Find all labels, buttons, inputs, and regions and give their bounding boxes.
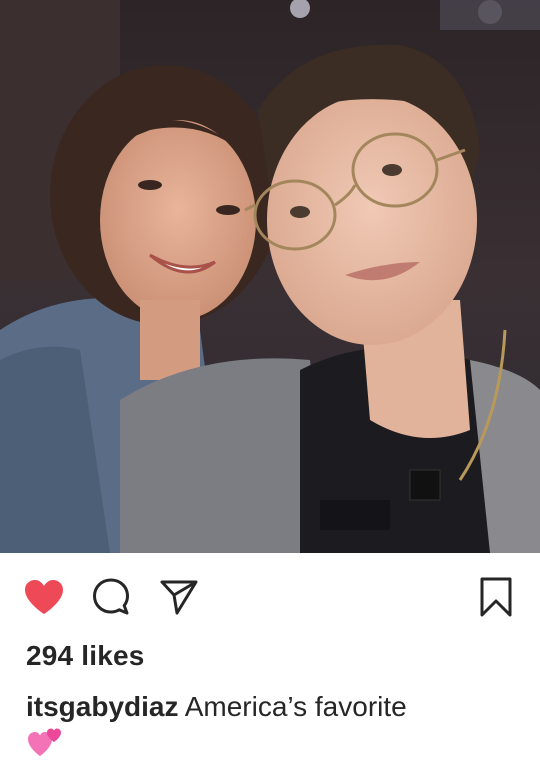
bookmark-icon[interactable] (474, 575, 518, 619)
likes-count[interactable]: 294 likes (26, 640, 145, 672)
caption-emoji-line (26, 724, 526, 762)
selfie-image (0, 0, 540, 553)
caption-username[interactable]: itsgabydiaz (26, 691, 178, 722)
post-caption: itsgabydiaz America’s favorite (26, 690, 526, 762)
post-actions-bar (0, 553, 540, 641)
heart-icon[interactable] (22, 575, 66, 619)
two-hearts-emoji (28, 728, 61, 756)
caption-text: America’s favorite (184, 691, 407, 722)
post-photo[interactable] (0, 0, 540, 553)
comment-bubble-icon[interactable] (89, 575, 133, 619)
paper-plane-icon[interactable] (157, 575, 201, 619)
